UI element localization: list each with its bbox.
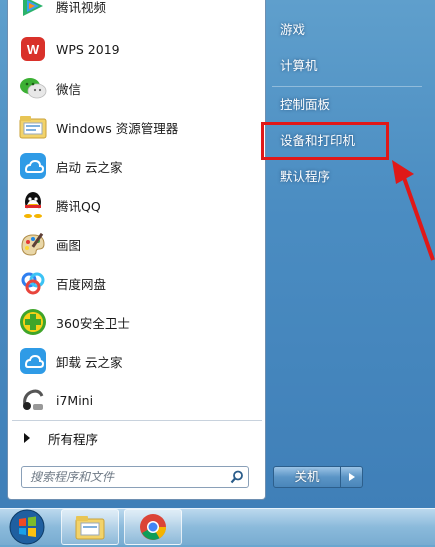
360-security-icon (18, 307, 48, 337)
all-programs-separator (12, 420, 262, 421)
program-label: WPS 2019 (56, 41, 120, 57)
all-programs-button[interactable]: 所有程序 (12, 426, 262, 450)
program-item-tencent-qq[interactable]: 腾讯QQ (12, 187, 262, 223)
link-games[interactable]: 游戏 (280, 19, 420, 41)
start-menu-left-panel: 腾讯视频 W WPS 2019 微信 Windows 资源管理器 启动 云之家 … (7, 0, 266, 500)
program-item-wps[interactable]: W WPS 2019 (12, 31, 262, 67)
shutdown-button[interactable]: 关机 (273, 466, 341, 488)
link-computer[interactable]: 计算机 (280, 55, 420, 77)
start-orb-button[interactable] (2, 509, 52, 545)
i7mini-icon (18, 385, 48, 415)
qq-icon (18, 190, 48, 220)
taskbar-explorer-button[interactable] (61, 509, 119, 545)
program-label: 画图 (56, 237, 82, 253)
paint-icon (18, 229, 48, 259)
taskbar (0, 508, 435, 545)
program-label: 腾讯QQ (56, 198, 101, 214)
program-label: Windows 资源管理器 (56, 120, 179, 136)
triangle-right-icon (348, 473, 355, 481)
program-item-tencent-video[interactable]: 腾讯视频 (12, 0, 262, 24)
start-orb-icon (9, 509, 45, 545)
shutdown-group: 关机 (273, 466, 363, 488)
program-item-wechat[interactable]: 微信 (12, 70, 262, 106)
yunzhijia-icon (18, 346, 48, 376)
program-label: 百度网盘 (56, 276, 107, 292)
windows-explorer-icon (75, 516, 105, 540)
search-input[interactable] (22, 469, 226, 485)
program-label: 启动 云之家 (56, 159, 123, 175)
wps-icon: W (18, 34, 48, 64)
program-item-360-security[interactable]: 360安全卫士 (12, 304, 262, 340)
program-label: 微信 (56, 81, 82, 97)
program-item-baidu-netdisk[interactable]: 百度网盘 (12, 265, 262, 301)
search-icon[interactable] (226, 467, 248, 487)
all-programs-label: 所有程序 (48, 431, 99, 447)
program-label: 卸载 云之家 (56, 354, 123, 370)
yunzhijia-icon (18, 151, 48, 181)
program-label: 360安全卫士 (56, 315, 130, 331)
program-label: i7Mini (56, 392, 94, 408)
search-box[interactable] (21, 466, 249, 488)
red-arrow-annotation (392, 160, 435, 261)
triangle-right-icon (24, 433, 30, 443)
program-item-windows-explorer[interactable]: Windows 资源管理器 (12, 109, 262, 145)
program-label: 腾讯视频 (56, 0, 107, 15)
program-item-paint[interactable]: 画图 (12, 226, 262, 262)
program-item-uninstall-yunzhijia[interactable]: 卸载 云之家 (12, 343, 262, 379)
program-item-i7mini[interactable]: i7Mini (12, 382, 262, 418)
svg-text:W: W (27, 42, 40, 57)
right-panel-separator (272, 86, 422, 87)
baidu-netdisk-icon (18, 268, 48, 298)
program-item-start-yunzhijia[interactable]: 启动 云之家 (12, 148, 262, 184)
wechat-icon (18, 73, 48, 103)
chrome-icon (140, 514, 167, 540)
tencent-video-icon (18, 0, 48, 21)
link-control-panel[interactable]: 控制面板 (280, 94, 420, 116)
windows-explorer-icon (18, 112, 48, 142)
taskbar-chrome-button[interactable] (124, 509, 182, 545)
highlight-box (261, 122, 389, 160)
shutdown-options-button[interactable] (341, 466, 363, 488)
